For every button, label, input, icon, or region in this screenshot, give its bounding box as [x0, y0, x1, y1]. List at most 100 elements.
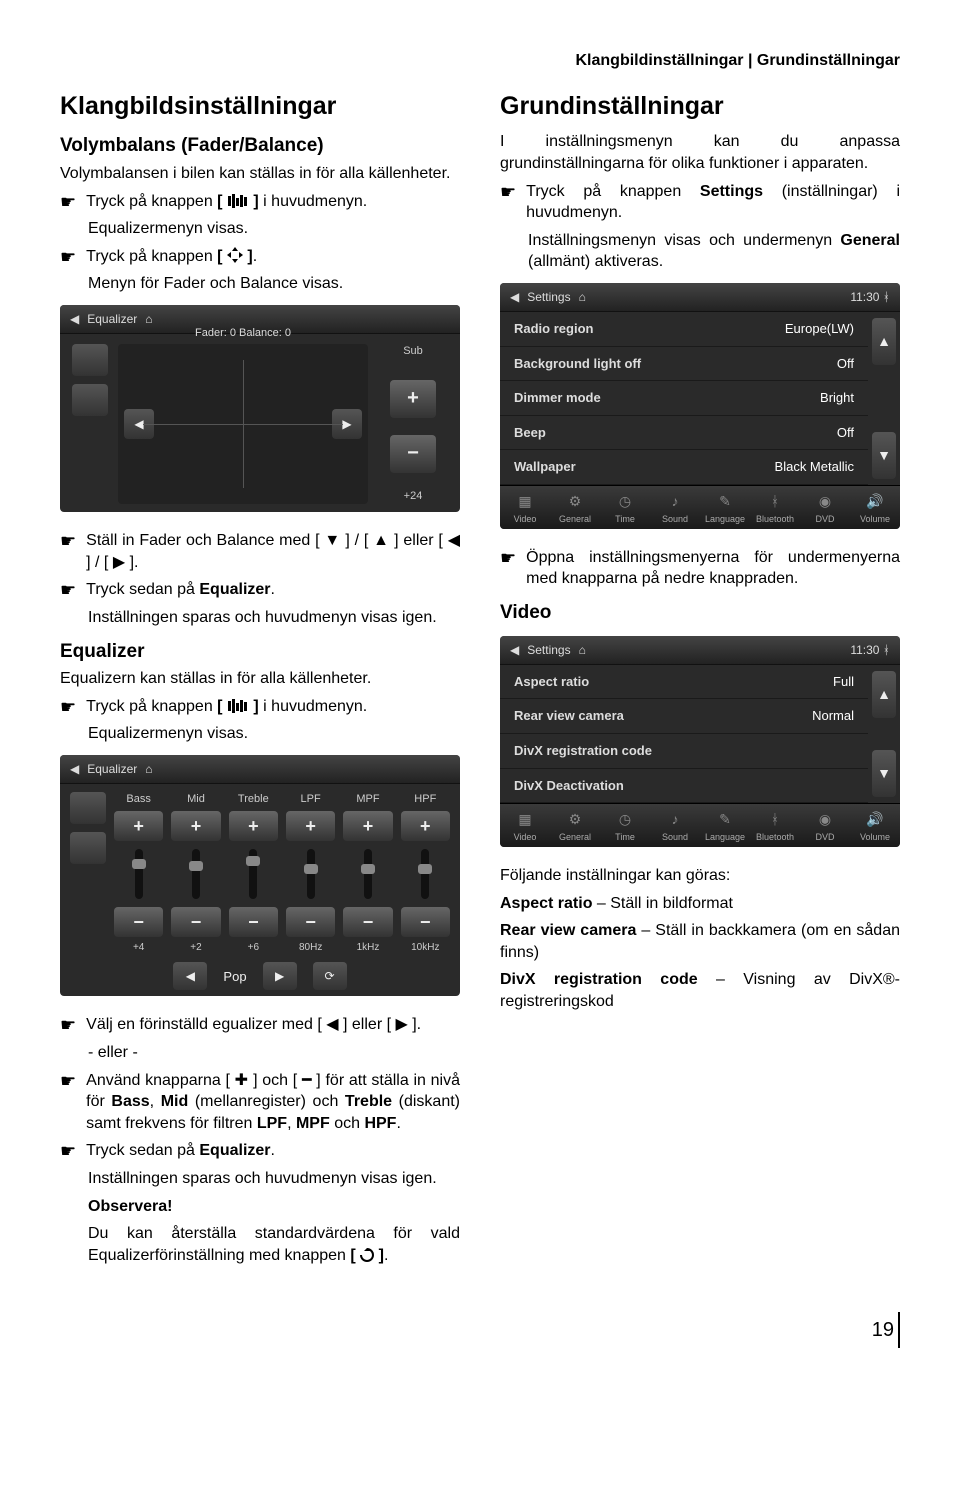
- t: Aspect ratio: [500, 895, 592, 912]
- back-icon: ◀: [70, 311, 79, 327]
- eq-intro: Equalizern kan ställas in för alla källe…: [60, 668, 460, 690]
- eq-band: Bass+−+4: [114, 792, 163, 954]
- preset-icon: [70, 832, 106, 864]
- section-title-basic: Grundinställningar: [500, 90, 900, 124]
- observe-heading: Observera!: [88, 1198, 173, 1215]
- eq-band: Mid+−+2: [171, 792, 220, 954]
- t: .: [396, 1115, 400, 1132]
- t: Tryck sedan på: [86, 1142, 199, 1159]
- t: LPF: [257, 1115, 287, 1132]
- screen-title: Equalizer: [87, 311, 137, 327]
- preset-icon: [72, 344, 108, 376]
- scroll-down-icon: ▼: [872, 432, 896, 479]
- hand-icon: ☛: [60, 580, 76, 602]
- settings-row: Background light offOff: [500, 347, 868, 382]
- scroll-up-icon: ▲: [872, 318, 896, 365]
- t: Equalizer: [199, 1142, 270, 1159]
- video-intro: Följande inställningar kan göras:: [500, 865, 900, 887]
- preset-icon: [70, 792, 106, 824]
- step-text: Tryck på knappen: [86, 248, 217, 265]
- hand-icon: ☛: [60, 531, 76, 553]
- fader-caption: Fader: 0 Balance: 0: [195, 326, 291, 341]
- step-press-arrows-icon: ☛ Tryck på knappen [ ].: [60, 246, 460, 268]
- eq-band: MPF+−1kHz: [343, 792, 392, 954]
- t: Inställningsmenyn visas och undermenyn: [528, 232, 840, 249]
- header-breadcrumb: Klangbildinställningar | Grundinställnin…: [60, 50, 900, 72]
- home-icon: ⌂: [579, 289, 586, 305]
- t: Mid: [161, 1093, 189, 1110]
- settings-tab: ▦Video: [500, 804, 550, 847]
- back-icon: ◀: [510, 642, 519, 658]
- fader-screenshot: ◀Equalizer⌂ Fader: 0 Balance: 0 ◀ ▶ Sub: [60, 305, 460, 512]
- settings-row: Aspect ratioFull: [500, 665, 868, 700]
- step-press-eq-icon: ☛ Tryck på knappen [ ] i huvudmenyn.: [60, 191, 460, 213]
- step-text-b: Equalizer: [199, 581, 270, 598]
- scroll-down-icon: ▼: [872, 750, 896, 797]
- settings-tab: ᚼBluetooth: [750, 486, 800, 529]
- hand-icon: ☛: [60, 192, 76, 214]
- t: Settings: [700, 183, 763, 200]
- step-text: Välj en förinställd egualizer med [ ◀ ] …: [86, 1014, 460, 1036]
- step-text-end: i huvudmenyn.: [259, 193, 368, 210]
- back-icon: ◀: [510, 289, 519, 305]
- settings-tab: ◷Time: [600, 486, 650, 529]
- eq-band: HPF+−10kHz: [401, 792, 450, 954]
- hand-icon: ☛: [60, 697, 76, 719]
- bt-icon: ᚼ: [883, 643, 890, 657]
- settings-tab: ✎Language: [700, 486, 750, 529]
- t: ,: [150, 1093, 161, 1110]
- settings-row: Dimmer modeBright: [500, 381, 868, 416]
- step-adjust-fader: ☛ Ställ in Fader och Balance med [ ▼ ] /…: [60, 530, 460, 573]
- step-press-eq-icon-2: ☛ Tryck på knappen [ ] i huvudmenyn.: [60, 696, 460, 718]
- step-adjust-bands: ☛ Använd knapparna [ ✚ ] och [ ━ ] för a…: [60, 1070, 460, 1135]
- section-title-sound: Klangbildsinställningar: [60, 90, 460, 124]
- settings-tab: 🔊Volume: [850, 486, 900, 529]
- scroll-up-icon: ▲: [872, 671, 896, 718]
- step-press-settings: ☛ Tryck på knappen Settings (inställning…: [500, 181, 900, 224]
- t: MPF: [296, 1115, 330, 1132]
- step-text: Öppna inställningsmenyerna för undermeny…: [526, 547, 900, 590]
- hand-icon: ☛: [500, 548, 516, 570]
- t: Tryck på knappen: [526, 183, 700, 200]
- settings-row: BeepOff: [500, 416, 868, 451]
- step-result: Menyn för Fader och Balance visas.: [88, 273, 460, 295]
- step-text: Ställ in Fader och Balance med [ ▼ ] / […: [86, 530, 460, 573]
- t: Rear view camera: [500, 922, 636, 939]
- step-text-a: Tryck sedan på: [86, 581, 199, 598]
- t: .: [271, 1142, 275, 1159]
- t: Bass: [111, 1093, 149, 1110]
- step-text-end: i huvudmenyn.: [259, 698, 368, 715]
- step-press-equalizer: ☛ Tryck sedan på Equalizer.: [60, 579, 460, 601]
- screen-title: Settings: [527, 642, 570, 658]
- settings-tab: 🔊Volume: [850, 804, 900, 847]
- home-icon: ⌂: [579, 642, 586, 658]
- step-result: Equalizermenyn visas.: [88, 218, 460, 240]
- t: HPF: [364, 1115, 396, 1132]
- t: ,: [287, 1115, 296, 1132]
- t: Treble: [345, 1093, 392, 1110]
- step-result: Inställningen sparas och huvudmenyn visa…: [88, 607, 460, 629]
- eq-band: LPF+−80Hz: [286, 792, 335, 954]
- t: och: [330, 1115, 365, 1132]
- left-arrow: ◀: [124, 409, 154, 439]
- settings-tab: ▦Video: [500, 486, 550, 529]
- right-arrow: ▶: [332, 409, 362, 439]
- right-column: Grundinställningar I inställningsmenyn k…: [500, 90, 900, 1273]
- home-icon: ⌂: [145, 761, 152, 777]
- step-text: Tryck på knappen: [86, 698, 217, 715]
- preset-name: Pop: [223, 968, 246, 986]
- equalizer-screenshot: ◀Equalizer⌂ Bass+−+4Mid+−+2Treble+−+6LPF…: [60, 755, 460, 997]
- observe-text-a: Du kan återställa standardvärdena för va…: [88, 1225, 460, 1264]
- basic-intro: I inställningsmenyn kan du anpassa grund…: [500, 131, 900, 174]
- settings-tab: ◉DVD: [800, 486, 850, 529]
- eq-band: Treble+−+6: [229, 792, 278, 954]
- eq-icon: [227, 699, 249, 713]
- settings-general-screenshot: ◀Settings⌂ 11:30 ᚼ Radio regionEurope(LW…: [500, 283, 900, 529]
- hand-icon: ☛: [60, 1071, 76, 1093]
- page-number: 19: [60, 1312, 900, 1348]
- clock: 11:30: [850, 643, 879, 657]
- plus-button: +: [390, 380, 436, 418]
- fader-pad: Fader: 0 Balance: 0 ◀ ▶: [118, 344, 368, 504]
- subsection-video: Video: [500, 600, 900, 626]
- step-open-submenus: ☛ Öppna inställningsmenyerna för underme…: [500, 547, 900, 590]
